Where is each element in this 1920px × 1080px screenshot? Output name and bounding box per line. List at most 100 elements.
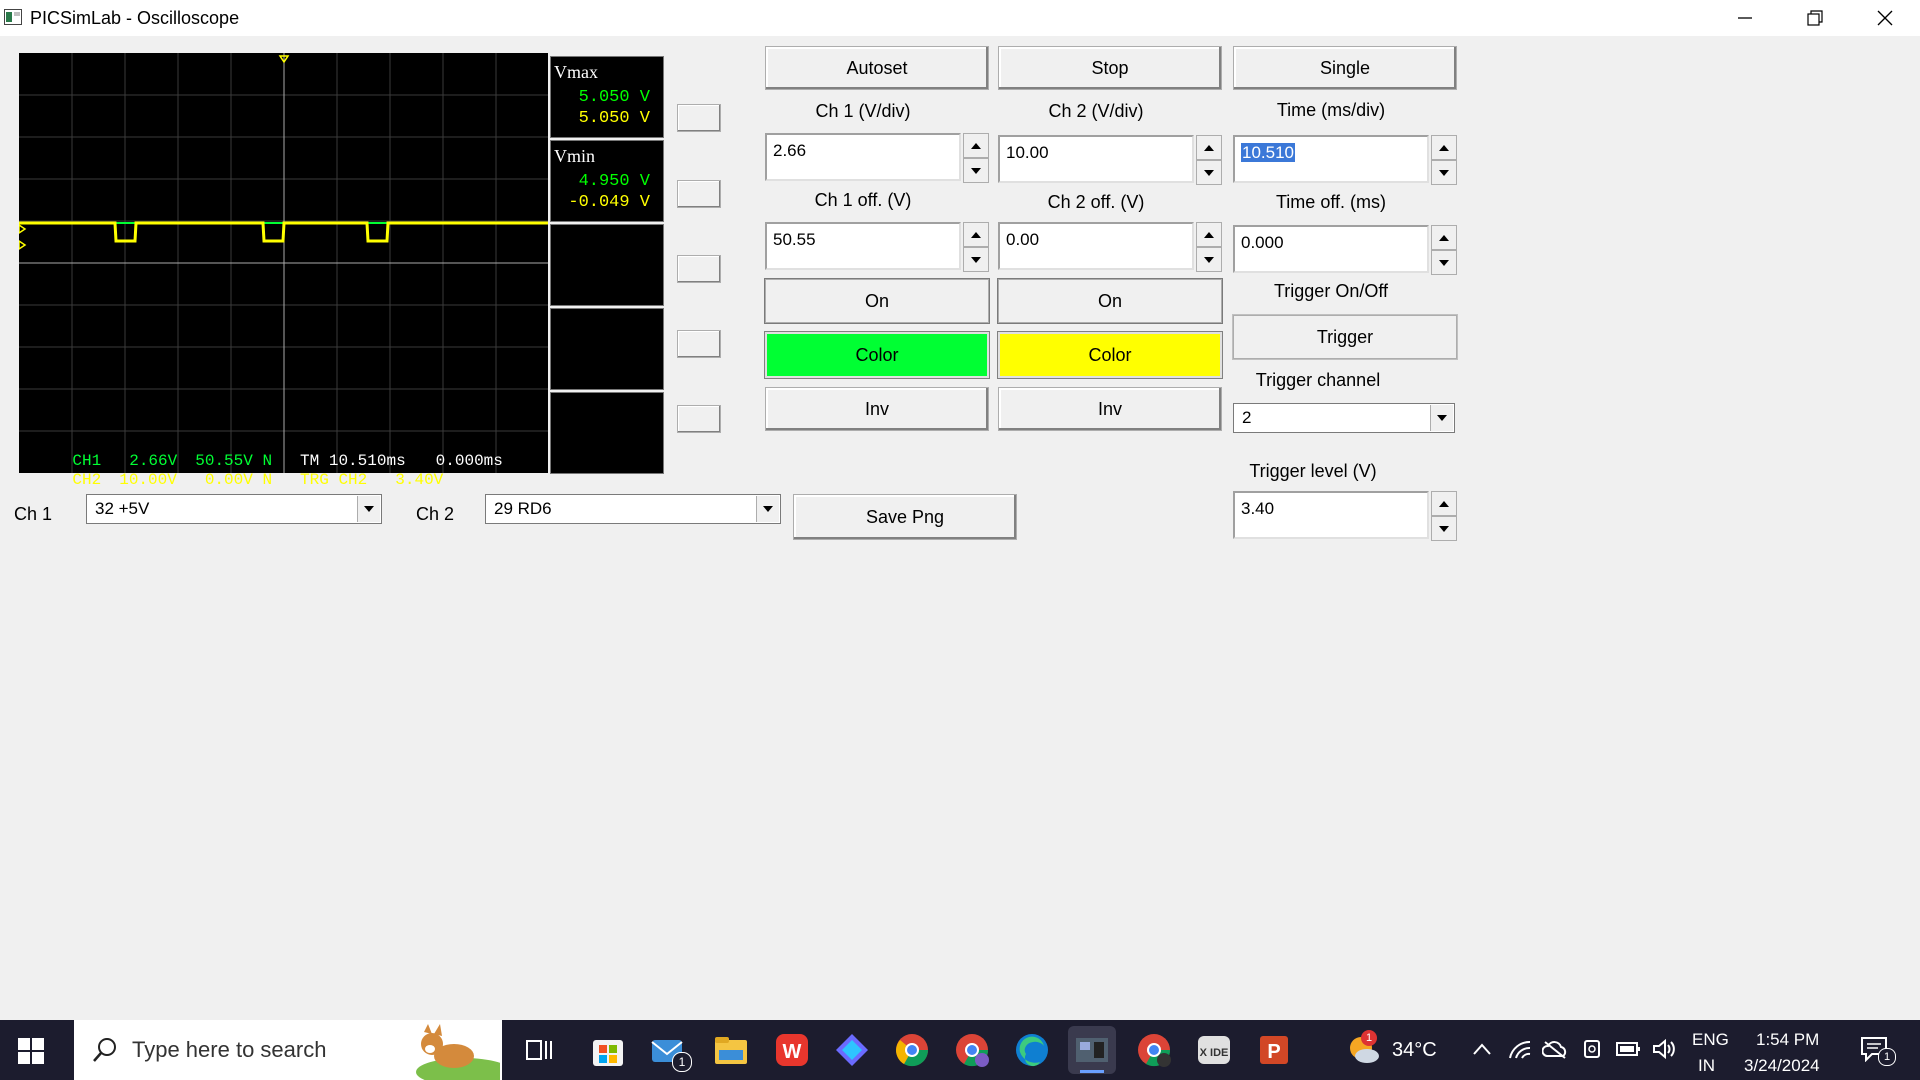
minimize-button[interactable] [1710,0,1780,36]
restore-button[interactable] [1780,0,1850,36]
time-offset-spinner: 0.000 [1233,225,1457,275]
trigger-level-label: Trigger level (V) [1249,461,1377,481]
trigger-channel-select[interactable]: 2 [1233,403,1455,433]
measure-select-button-2[interactable] [677,180,721,208]
network-status[interactable] [1508,1038,1532,1065]
arrow-up-icon [1204,231,1214,238]
ch1-vdiv-input[interactable]: 2.66 [765,133,961,181]
time-offset-readout: 0.000ms [435,452,503,470]
ch2-vdiv-down-button[interactable] [1196,160,1222,185]
notification-center-button[interactable]: 1 [1860,1036,1900,1066]
ch2-offset-label: Ch 2 off. (V) [1047,192,1145,212]
file-explorer-app[interactable] [713,1032,749,1068]
arrow-up-icon [1439,500,1449,507]
ch1-color-button[interactable]: Color [765,332,989,378]
ch1-vdiv-up-button[interactable] [963,133,989,158]
time-offset-input[interactable]: 0.000 [1233,225,1429,273]
arrow-down-icon [1439,525,1449,532]
ch2-vdiv-label: Ch 2 (V/div) [1048,101,1144,121]
trigger-level-readout: 3.40V [395,471,444,489]
ch1-inv-button[interactable]: Inv [765,387,989,431]
wps-office-app[interactable]: W [774,1032,810,1068]
ch1-on-toggle[interactable]: On [765,279,989,323]
picsimlab-icon [1076,1038,1108,1073]
save-png-button[interactable]: Save Png [793,494,1017,540]
edge-app[interactable] [1014,1032,1050,1068]
volume-status[interactable] [1652,1038,1676,1065]
measure-select-button-3[interactable] [677,255,721,283]
ch2-vdiv-up-button[interactable] [1196,135,1222,160]
folder-icon [715,1037,747,1064]
single-button[interactable]: Single [1233,46,1457,90]
trigger-readout: TRG CH2 [300,471,368,489]
search-highlight-dog-icon [416,1024,500,1080]
ch2-vdiv-input[interactable]: 10.00 [998,135,1194,183]
ch1-select-label: Ch 1 [14,504,53,524]
trigger-level-down-button[interactable] [1431,516,1457,541]
onedrive-status[interactable] [1541,1040,1568,1065]
time-offset-down-button[interactable] [1431,250,1457,275]
ch2-on-toggle[interactable]: On [998,279,1222,323]
minimize-icon [1738,17,1752,19]
copilot-icon [836,1034,868,1066]
weather-widget[interactable]: 1 34°C [1345,1030,1445,1070]
ch2-pin-select[interactable]: 29 RD6 [485,494,781,524]
chrome-profile-2-app[interactable] [1136,1032,1172,1068]
ch1-offset-up-button[interactable] [963,222,989,247]
trigger-onoff-label: Trigger On/Off [1273,281,1389,301]
picsimlab-app[interactable] [1068,1026,1116,1074]
mail-badge: 1 [672,1052,692,1072]
trigger-toggle[interactable]: Trigger [1233,315,1457,359]
arrow-down-icon [1204,169,1214,176]
powerpoint-icon: P [1260,1036,1288,1064]
measure-select-button-4[interactable] [677,330,721,358]
trigger-level-up-button[interactable] [1431,491,1457,516]
time-div-down-button[interactable] [1431,160,1457,185]
clock[interactable]: 1:54 PM 3/24/2024 [1740,1024,1850,1076]
time-div-up-button[interactable] [1431,135,1457,160]
taskbar-search[interactable]: Type here to search [74,1020,502,1080]
ch2-offset-up-button[interactable] [1196,222,1222,247]
meet-now-status[interactable] [1582,1038,1604,1065]
vmax-box: Vmax 5.050 V 5.050 V [548,54,666,140]
arrow-up-icon [1439,144,1449,151]
time-div-input[interactable]: 10.510 [1233,135,1429,183]
arrow-up-icon [1204,144,1214,151]
ch2-offset-input[interactable]: 0.00 [998,222,1194,270]
svg-text:X IDE: X IDE [1200,1047,1229,1059]
battery-status[interactable] [1616,1040,1642,1063]
chrome-app[interactable] [894,1032,930,1068]
trigger-channel-label: Trigger channel [1255,370,1381,390]
search-placeholder: Type here to search [132,1037,327,1062]
powerpoint-app[interactable]: P [1256,1032,1292,1068]
measure-select-button-5[interactable] [677,405,721,433]
ch2-color-button[interactable]: Color [998,332,1222,378]
arrow-up-icon [1439,234,1449,241]
vmin-title: Vmin [554,146,596,166]
ch2-offset-down-button[interactable] [1196,247,1222,272]
start-button[interactable] [16,1036,46,1066]
ch1-offset-input[interactable]: 50.55 [765,222,961,270]
restore-icon [1807,10,1823,26]
dropdown-arrow-icon [357,496,380,522]
autoset-button[interactable]: Autoset [765,46,989,90]
oscilloscope-screen: CH1 2.66V 50.55V N TM 10.510ms 0.000ms CH2 10… [19,53,548,489]
task-view-button[interactable] [525,1038,553,1069]
ch1-offset-down-button[interactable] [963,247,989,272]
language-indicator[interactable]: ENG IN [1688,1024,1734,1076]
show-hidden-icons-button[interactable] [1472,1042,1492,1061]
copilot-app[interactable] [834,1032,870,1068]
ch2-pin-value: 29 RD6 [494,499,552,518]
time-offset-up-button[interactable] [1431,225,1457,250]
ch1-vdiv-down-button[interactable] [963,158,989,183]
trigger-level-input[interactable]: 3.40 [1233,491,1429,539]
measure-select-button-1[interactable] [677,104,721,132]
close-button[interactable] [1850,0,1920,36]
mplab-app[interactable]: X IDE [1196,1032,1232,1068]
ch2-inv-button[interactable]: Inv [998,387,1222,431]
mail-app[interactable]: 1 [650,1032,692,1072]
chrome-profile-app[interactable] [954,1032,990,1068]
store-app[interactable] [590,1032,626,1068]
stop-button[interactable]: Stop [998,46,1222,90]
ch1-pin-select[interactable]: 32 +5V [86,494,382,524]
